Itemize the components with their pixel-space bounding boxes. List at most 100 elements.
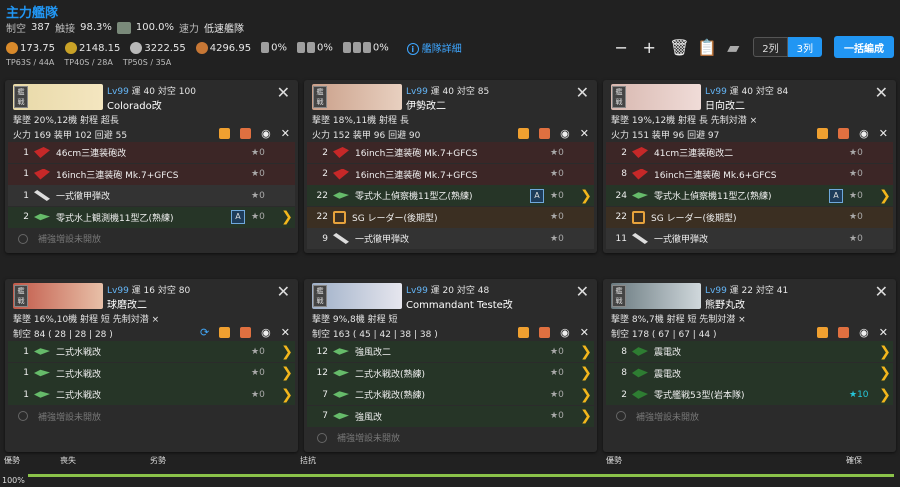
equipment-slot[interactable]: 補強増設未開放 (307, 427, 594, 448)
equipment-slot[interactable]: 2 16inch三連装砲 Mk.7+GFCS ★0 (307, 163, 594, 185)
remove-icon[interactable]: ✕ (580, 127, 589, 140)
ship-banner[interactable]: 艦戦 (611, 283, 701, 309)
kit-icon[interactable] (539, 327, 551, 338)
equipment-slot[interactable]: 補強増設未開放 (307, 250, 594, 254)
equipment-slot[interactable]: 2 41cm三連装砲改二 ★0 (606, 142, 893, 163)
equipment-slot[interactable]: 12 二式水戦改(熟練) ★0 ❯ (307, 362, 594, 384)
convert-icon[interactable]: ⟳ (200, 326, 209, 339)
trash-icon[interactable]: 🗑 (669, 38, 689, 57)
ship-name[interactable]: 球磨改二 (107, 296, 147, 311)
equipment-slot[interactable]: 1 二式水戦改 ★0 ❯ (8, 384, 295, 405)
equipment-slot[interactable]: 24 零式水上偵察機11型乙(熟練) A ★0 ❯ (606, 185, 893, 206)
eye-icon[interactable]: ◉ (560, 127, 570, 140)
equipment-slot[interactable]: 補強増設未開放 (606, 406, 893, 427)
clipboard-icon[interactable]: 📋 (697, 38, 717, 57)
kit-icon[interactable] (240, 327, 252, 338)
minus-icon[interactable]: − (613, 38, 629, 57)
equipment-slot[interactable]: 22 零式水上偵察機11型乙(熟練) A ★0 ❯ (307, 185, 594, 206)
ship-banner[interactable]: 艦戦 (312, 84, 402, 110)
equipment-icon (632, 368, 648, 378)
bulk-edit-button[interactable]: 一括編成 (834, 36, 894, 58)
equipment-slot[interactable]: 9 一式徹甲弾改 ★0 (307, 228, 594, 249)
equipment-slot[interactable]: 1 16inch三連装砲 Mk.7+GFCS ★0 (8, 163, 295, 185)
equipment-slot[interactable]: 2 零式艦戦53型(岩本隊) ★10 ❯ (606, 384, 893, 405)
equipment-slot[interactable]: 2 零式水上観測機11型乙(熟練) A ★0 ❯ (8, 206, 295, 228)
eye-icon[interactable]: ◉ (859, 127, 869, 140)
equipment-slot[interactable]: 7 二式水戦改(熟練) ★0 ❯ (307, 384, 594, 405)
equipment-slot[interactable]: 1 46cm三連装砲改 ★0 (8, 142, 295, 163)
three-column-button[interactable]: 3列 (787, 37, 822, 57)
improvement-star: ★0 (251, 169, 265, 179)
kit-icon[interactable] (240, 128, 252, 139)
slot-count: 1 (23, 169, 29, 179)
eye-icon[interactable]: ◉ (261, 326, 271, 339)
rating-track (28, 474, 894, 477)
equipment-slot[interactable]: 7 強風改 ★0 ❯ (307, 405, 594, 427)
improvement-star: ★0 (251, 190, 265, 201)
ship-banner[interactable]: 艦戦 (13, 84, 103, 110)
close-icon[interactable]: ✕ (277, 282, 290, 301)
equipment-slot[interactable]: 1 二式水戦改 ★0 ❯ (8, 362, 295, 384)
drum-icon (296, 41, 305, 53)
ship-banner[interactable]: 艦戦 (611, 84, 701, 110)
ship-name[interactable]: 伊勢改二 (406, 97, 446, 112)
ship-name[interactable]: Commandant Teste改 (406, 296, 513, 311)
plus-icon[interactable]: + (641, 38, 657, 57)
slot-count: 8 (621, 346, 627, 357)
item-icon[interactable] (817, 327, 829, 338)
remove-icon[interactable]: ✕ (879, 127, 888, 140)
equipment-slot[interactable]: 22 SG レーダー(後期型) ★0 (606, 206, 893, 228)
remove-icon[interactable]: ✕ (281, 127, 290, 140)
ship-type-tag: 艦戦 (612, 86, 626, 108)
item-icon[interactable] (518, 327, 530, 338)
remove-icon[interactable]: ✕ (281, 326, 290, 339)
two-column-button[interactable]: 2列 (753, 37, 788, 57)
slot-name: 二式水戦改(熟練) (355, 369, 426, 380)
equipment-slot[interactable]: 補強増設未開放 (8, 228, 295, 249)
info-icon: i (406, 43, 419, 55)
ship-level: Lv99 (705, 87, 727, 97)
close-icon[interactable]: ✕ (576, 282, 589, 301)
item-icon[interactable] (219, 327, 231, 338)
close-icon[interactable]: ✕ (576, 83, 589, 102)
equipment-slot[interactable]: 11 一式徹甲弾改 ★0 (606, 228, 893, 249)
equipment-slot[interactable]: 1 二式水戦改 ★0 ❯ (8, 341, 295, 362)
kit-icon[interactable] (838, 128, 850, 139)
item-icon[interactable] (817, 128, 829, 139)
remove-icon[interactable]: ✕ (580, 326, 589, 339)
ship-name[interactable]: Colorado改 (107, 97, 162, 112)
tp-value: TP50S / 35A (122, 58, 172, 67)
equipment-slot[interactable]: 22 SG レーダー(後期型) ★0 (307, 206, 594, 228)
eye-icon[interactable]: ◉ (859, 326, 869, 339)
cards-icon[interactable]: ▰ (725, 38, 741, 57)
ship-banner[interactable]: 艦戦 (13, 283, 103, 309)
ship-card: 艦戦 Lv99 運 40 対空 84 日向改二 ✕ 撃墜 19%,12機 射程 長 先制… (603, 80, 896, 253)
close-icon[interactable]: ✕ (875, 83, 888, 102)
close-icon[interactable]: ✕ (875, 282, 888, 301)
ship-name[interactable]: 熊野丸改 (705, 296, 745, 311)
ship-aa: 対空 48 (456, 286, 490, 296)
air-power-value: 387 (31, 22, 51, 33)
kit-icon[interactable] (838, 327, 850, 338)
kit-icon[interactable] (539, 128, 551, 139)
item-icon[interactable] (219, 128, 231, 139)
eye-icon[interactable]: ◉ (261, 127, 271, 140)
equipment-slot[interactable]: 12 強風改二 ★0 ❯ (307, 341, 594, 362)
equipment-slot[interactable]: 補強増設未開放 (8, 406, 295, 427)
equipment-slot[interactable]: 補強増設未開放 (606, 250, 893, 254)
equipment-slot[interactable]: 2 16inch三連装砲 Mk.7+GFCS ★0 (307, 142, 594, 163)
equipment-slot[interactable]: 8 震電改 ❯ (606, 362, 893, 384)
equipment-slot[interactable]: 8 震電改 ❯ (606, 341, 893, 362)
item-icon[interactable] (518, 128, 530, 139)
improvement-star: ★0 (251, 212, 265, 222)
fleet-detail-link[interactable]: i 艦隊詳細 (406, 40, 462, 55)
ship-banner[interactable]: 艦戦 (312, 283, 402, 309)
equipment-icon (34, 190, 50, 201)
close-icon[interactable]: ✕ (277, 83, 290, 102)
eye-icon[interactable]: ◉ (560, 326, 570, 339)
equipment-slot[interactable]: 1 一式徹甲弾改 ★0 (8, 185, 295, 206)
ship-name[interactable]: 日向改二 (705, 97, 745, 112)
chevron-icon: ❯ (879, 365, 891, 381)
equipment-slot[interactable]: 8 16inch三連装砲 Mk.6+GFCS ★0 (606, 163, 893, 185)
remove-icon[interactable]: ✕ (879, 326, 888, 339)
